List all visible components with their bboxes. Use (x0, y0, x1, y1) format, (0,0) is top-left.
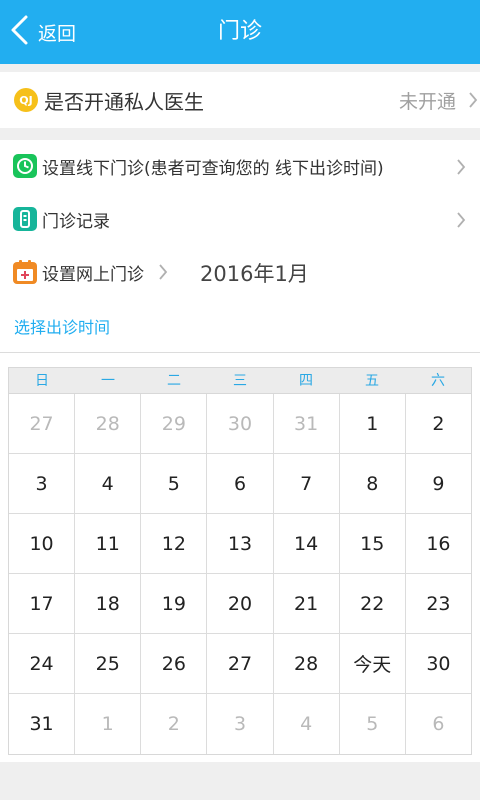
private-doctor-status: 未开通 (398, 91, 456, 113)
records-icon (13, 207, 37, 231)
calendar-day-cell[interactable]: 10 (9, 514, 76, 573)
calendar-day-cell-outside-month[interactable]: 29 (141, 394, 208, 453)
chevron-right-icon (456, 158, 466, 176)
calendar-day-cell-outside-month[interactable]: 5 (340, 694, 406, 754)
calendar-body: 27 28 29 30 31 1 2 3 4 5 6 7 8 9 10 11 12 13 14 15 16 17 18 19 2… (9, 394, 471, 754)
offline-clinic-row[interactable]: 设置线下门诊(患者可查询您的 线下出诊时间) (0, 140, 480, 192)
clinic-records-row[interactable]: 门诊记录 (0, 193, 480, 245)
calendar-day-cell[interactable]: 20 (207, 574, 274, 633)
calendar-day-cell[interactable]: 今天 (340, 634, 406, 693)
calendar-day-cell[interactable]: 26 (141, 634, 208, 693)
weekday-tue: 二 (167, 373, 181, 389)
calendar-day-cell-outside-month[interactable]: 3 (207, 694, 274, 754)
calendar-day-cell[interactable]: 3 (9, 454, 76, 513)
weekday-sat: 六 (431, 373, 445, 389)
calendar-day-cell[interactable]: 15 (340, 514, 406, 573)
calendar-week-row: 3456789 (9, 454, 471, 514)
calendar-day-cell[interactable]: 14 (274, 514, 340, 573)
calendar-day-cell[interactable]: 28 (274, 634, 340, 693)
calendar-day-cell[interactable]: 23 (406, 574, 471, 633)
calendar-day-cell[interactable]: 7 (274, 454, 340, 513)
calendar-week-row: 24 25 26 27 28 今天 30 (9, 634, 471, 694)
calendar-day-cell-outside-month[interactable]: 30 (207, 394, 274, 453)
calendar-panel: 日 一 二 三 四 五 六 27 28 29 30 31 1 2 3 4 5 6 7 8 9 10 11 12 1… (0, 352, 480, 762)
calendar-day-cell[interactable]: 24 (9, 634, 76, 693)
calendar-day-cell[interactable]: 13 (207, 514, 274, 573)
page-title: 门诊 (217, 19, 262, 44)
chevron-right-icon (456, 211, 466, 229)
private-doctor-label: 是否开通私人医生 (44, 90, 204, 114)
calendar-week-row: 17 18 19 20 21 22 23 (9, 574, 471, 634)
private-doctor-icon: QJ (14, 88, 38, 112)
chevron-right-icon (468, 91, 478, 109)
clinic-records-label: 门诊记录 (42, 212, 110, 232)
private-doctor-row[interactable]: QJ 是否开通私人医生 未开通 (0, 72, 480, 128)
calendar-day-cell-outside-month[interactable]: 1 (75, 694, 142, 754)
calendar-day-cell[interactable]: 12 (141, 514, 208, 573)
calendar-day-cell-outside-month[interactable]: 2 (141, 694, 208, 754)
weekday-mon: 一 (101, 373, 115, 389)
weekday-header: 日 一 二 三 四 五 六 (9, 368, 471, 394)
calendar-day-cell-outside-month[interactable]: 28 (75, 394, 142, 453)
calendar-day-cell[interactable]: 5 (141, 454, 208, 513)
calendar-week-row: 31 1 2 3 4 5 6 (9, 694, 471, 754)
clock-icon (13, 154, 37, 178)
calendar-day-cell-outside-month[interactable]: 31 (274, 394, 340, 453)
calendar-day-cell[interactable]: 22 (340, 574, 406, 633)
calendar-day-cell[interactable]: 16 (406, 514, 471, 573)
calendar-day-cell[interactable]: 31 (9, 694, 76, 754)
calendar-day-cell[interactable]: 11 (75, 514, 142, 573)
calendar-day-cell[interactable]: 30 (406, 634, 471, 693)
calendar-week-row: 10 11 12 13 14 15 16 (9, 514, 471, 574)
calendar-day-cell[interactable]: 2 (406, 394, 471, 453)
calendar-day-cell[interactable]: 17 (9, 574, 76, 633)
select-time-link[interactable]: 选择出诊时间 (14, 314, 110, 338)
chevron-right-icon (158, 263, 168, 281)
online-clinic-label: 设置网上门诊 (42, 265, 144, 285)
calendar-icon (13, 260, 37, 284)
calendar-day-cell[interactable]: 6 (207, 454, 274, 513)
calendar-day-cell[interactable]: 27 (207, 634, 274, 693)
calendar-day-cell[interactable]: 19 (141, 574, 208, 633)
weekday-thu: 四 (299, 373, 313, 389)
calendar-day-cell-outside-month[interactable]: 27 (9, 394, 76, 453)
weekday-sun: 日 (35, 373, 49, 389)
calendar-grid: 日 一 二 三 四 五 六 27 28 29 30 31 1 2 3 4 5 6 7 8 9 10 11 12 1… (8, 367, 472, 755)
calendar-week-row: 27 28 29 30 31 1 2 (9, 394, 471, 454)
calendar-day-cell[interactable]: 1 (340, 394, 406, 453)
calendar-day-cell[interactable]: 4 (75, 454, 142, 513)
calendar-day-cell-outside-month[interactable]: 4 (274, 694, 340, 754)
calendar-day-cell[interactable]: 9 (406, 454, 471, 513)
weekday-wed: 三 (233, 373, 247, 389)
offline-clinic-label: 设置线下门诊(患者可查询您的 线下出诊时间) (42, 159, 384, 179)
weekday-fri: 五 (365, 373, 379, 389)
calendar-day-cell[interactable]: 25 (75, 634, 142, 693)
top-bar: 返回 门诊 (0, 0, 480, 64)
calendar-day-cell[interactable]: 21 (274, 574, 340, 633)
current-month-label: 2016年1月 (200, 262, 309, 286)
calendar-day-cell[interactable]: 18 (75, 574, 142, 633)
calendar-day-cell[interactable]: 8 (340, 454, 406, 513)
calendar-day-cell-outside-month[interactable]: 6 (406, 694, 471, 754)
